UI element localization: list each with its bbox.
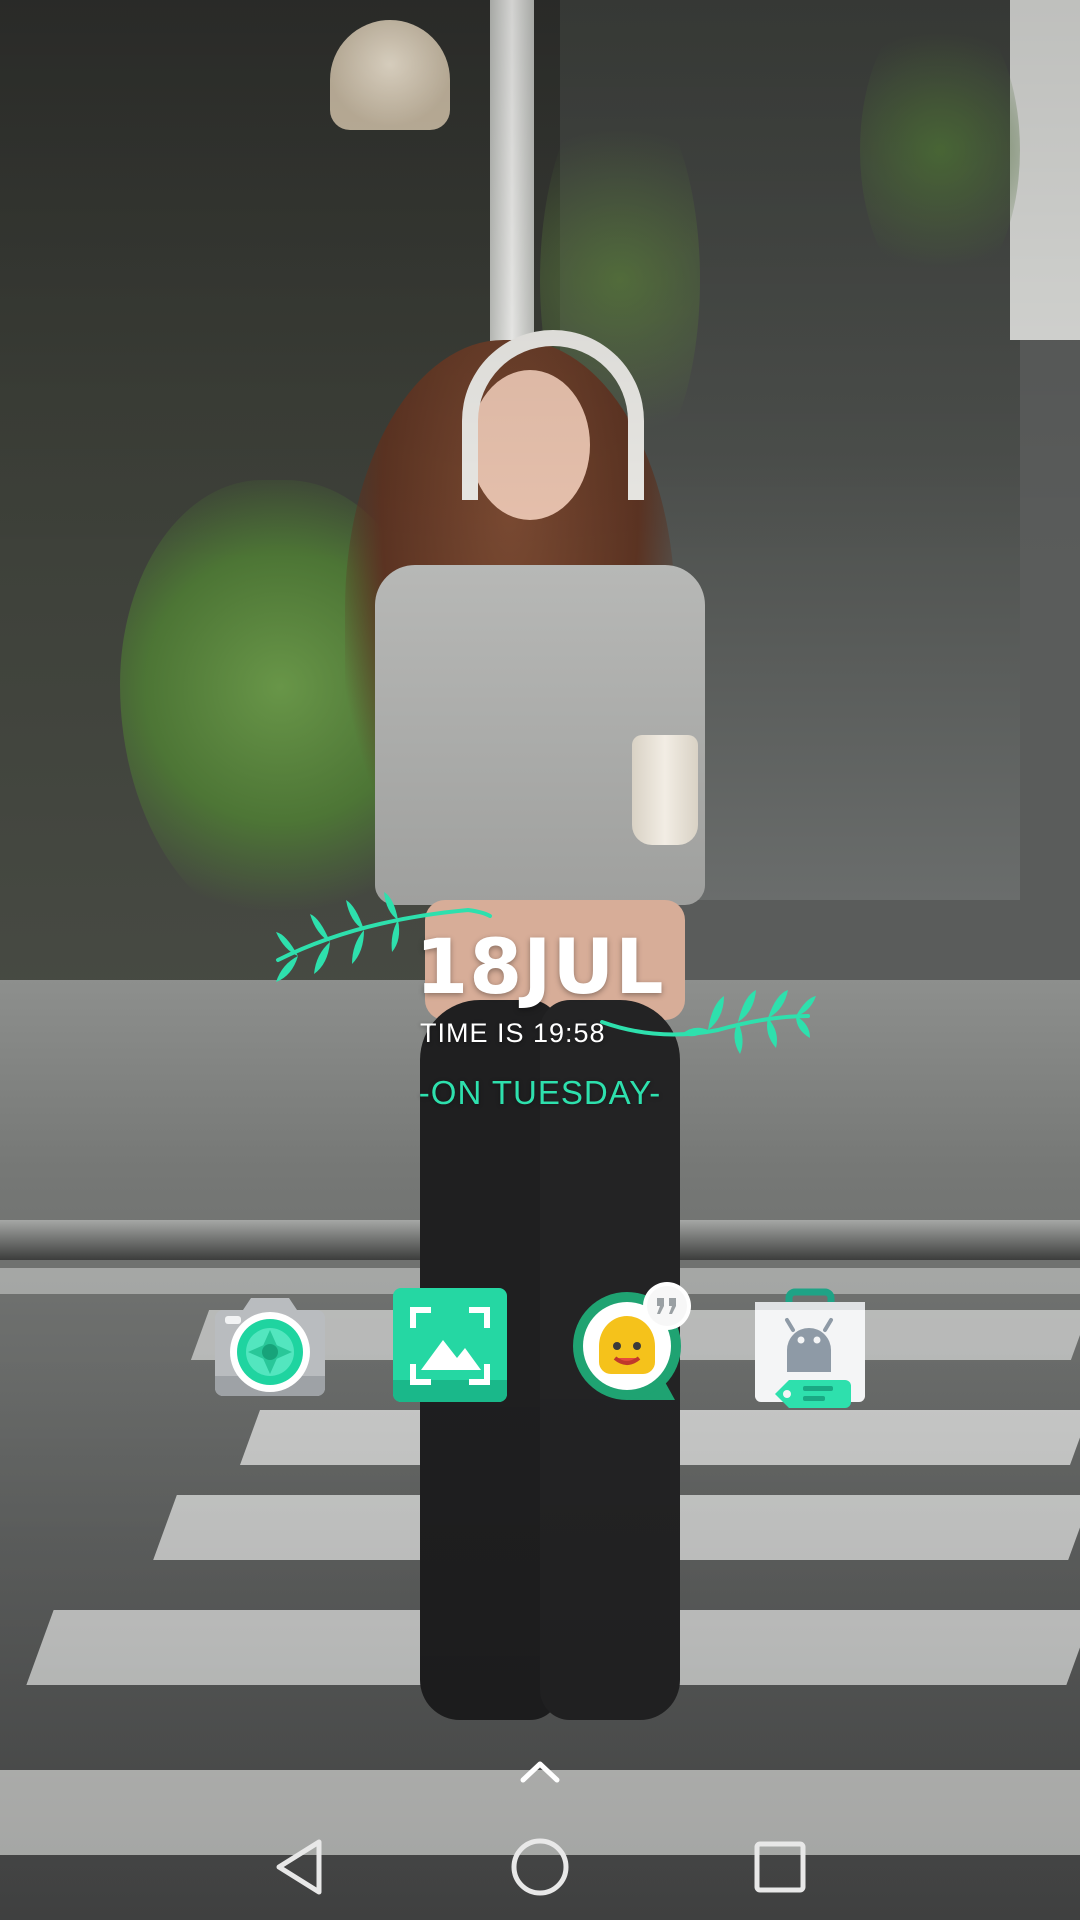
app-drawer-button[interactable] xyxy=(515,1750,565,1790)
emoji-chat-app[interactable] xyxy=(565,1280,695,1410)
home-circle-icon xyxy=(511,1838,569,1896)
home-button[interactable] xyxy=(505,1832,575,1902)
recents-button[interactable] xyxy=(745,1832,815,1902)
home-screen: 18JUL TIME IS 19:58 -ON TUESDAY- xyxy=(0,0,1080,1920)
android-store-icon xyxy=(755,1288,865,1408)
recents-square-icon xyxy=(754,1841,806,1893)
screenshot-app[interactable] xyxy=(385,1280,515,1410)
emoji-chat-icon xyxy=(573,1282,691,1400)
navigation-bar xyxy=(0,1810,1080,1920)
chevron-up-icon xyxy=(520,1761,560,1783)
widget-time: TIME IS 19:58 xyxy=(420,1018,606,1048)
widget-day: -ON TUESDAY- xyxy=(418,1074,662,1111)
back-button[interactable] xyxy=(265,1832,335,1902)
back-triangle-icon xyxy=(276,1839,322,1895)
screenshot-gallery-icon xyxy=(393,1288,507,1402)
clock-widget[interactable]: 18JUL TIME IS 19:58 -ON TUESDAY- xyxy=(0,890,1080,1120)
android-store-app[interactable] xyxy=(745,1280,875,1410)
widget-date: 18JUL xyxy=(415,922,665,1011)
app-dock xyxy=(0,1280,1080,1420)
camera-icon xyxy=(215,1298,325,1396)
camera-app[interactable] xyxy=(205,1280,335,1410)
